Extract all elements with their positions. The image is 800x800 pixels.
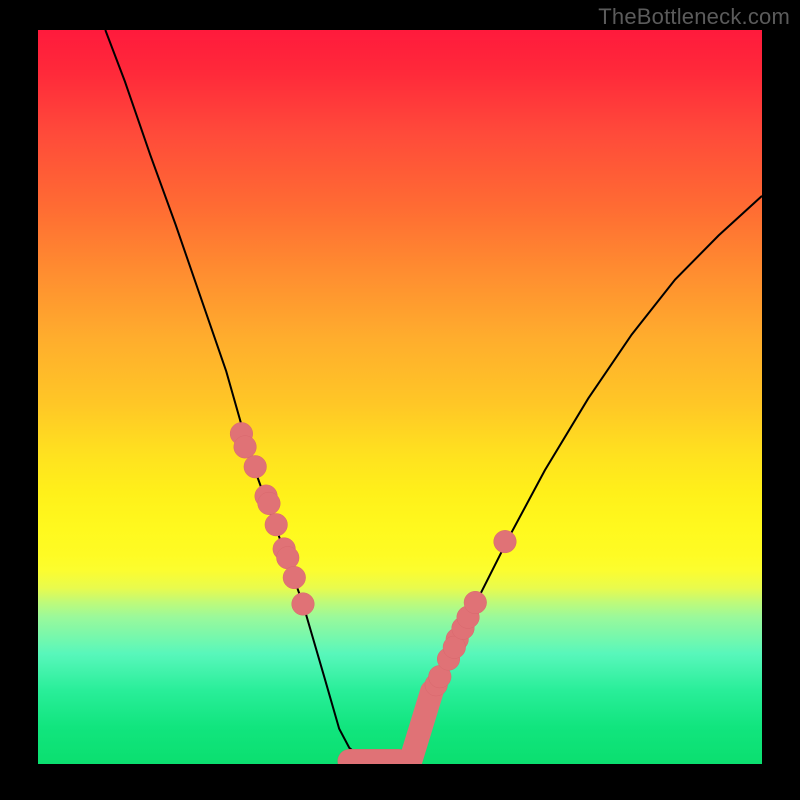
chart-stage: TheBottleneck.com <box>0 0 800 800</box>
watermark-text: TheBottleneck.com <box>598 4 790 30</box>
plot-gradient-bg <box>38 30 762 764</box>
